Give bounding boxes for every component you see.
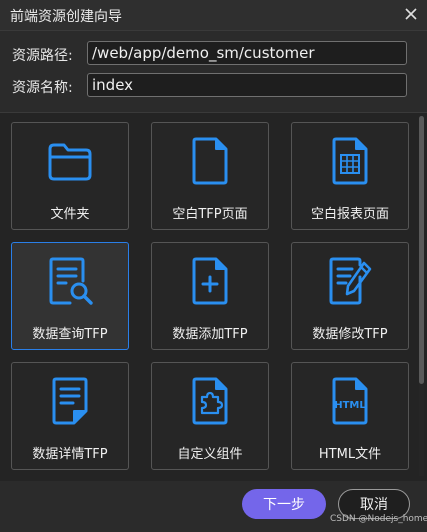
window-title: 前端资源创建向导	[10, 9, 122, 25]
data-query-icon	[49, 257, 93, 305]
next-button[interactable]: 下一步	[242, 489, 326, 519]
card-blank-report-page[interactable]: 空白报表页面	[291, 122, 409, 230]
card-data-query-tfp[interactable]: 数据查询TFP	[11, 242, 129, 350]
close-icon	[405, 8, 417, 20]
close-button[interactable]	[401, 4, 421, 24]
card-label: HTML文件	[318, 447, 382, 462]
card-custom-component[interactable]: 自定义组件	[151, 362, 269, 470]
blank-page-icon	[192, 137, 228, 185]
card-html-file[interactable]: HTML HTML文件	[291, 362, 409, 470]
data-edit-icon	[329, 257, 372, 305]
card-folder[interactable]: 文件夹	[11, 122, 129, 230]
folder-icon	[48, 143, 92, 181]
card-label: 数据查询TFP	[32, 327, 108, 342]
path-row: 资源路径:	[12, 41, 412, 67]
watermark-text: CSDN @Nodejs_home	[330, 514, 427, 524]
name-label: 资源名称:	[12, 80, 73, 96]
data-detail-icon	[52, 377, 88, 425]
resource-type-panel: 文件夹 空白TFP页面 空白报表页面 数据查询TFP 数据添加TFP 数据修改T…	[0, 112, 427, 481]
path-input[interactable]	[87, 41, 407, 65]
card-label: 数据修改TFP	[312, 327, 388, 342]
card-label: 空白报表页面	[310, 207, 389, 222]
report-page-icon	[332, 137, 368, 185]
scrollbar-thumb[interactable]	[419, 116, 424, 384]
card-label: 文件夹	[50, 207, 90, 222]
card-data-detail-tfp[interactable]: 数据详情TFP	[11, 362, 129, 470]
data-add-icon	[192, 257, 228, 305]
scrollbar[interactable]	[419, 116, 424, 476]
name-input[interactable]	[87, 73, 407, 97]
custom-component-icon	[192, 377, 228, 425]
card-label: 数据详情TFP	[32, 447, 108, 462]
html-badge-text: HTML	[334, 400, 366, 411]
card-data-add-tfp[interactable]: 数据添加TFP	[151, 242, 269, 350]
card-label: 自定义组件	[177, 447, 243, 462]
card-blank-tfp-page[interactable]: 空白TFP页面	[151, 122, 269, 230]
card-label: 空白TFP页面	[172, 207, 248, 222]
card-data-edit-tfp[interactable]: 数据修改TFP	[291, 242, 409, 350]
path-label: 资源路径:	[12, 48, 73, 64]
card-label: 数据添加TFP	[172, 327, 248, 342]
html-file-icon: HTML	[332, 377, 368, 425]
name-row: 资源名称:	[12, 73, 412, 99]
title-bar: 前端资源创建向导	[0, 0, 427, 31]
